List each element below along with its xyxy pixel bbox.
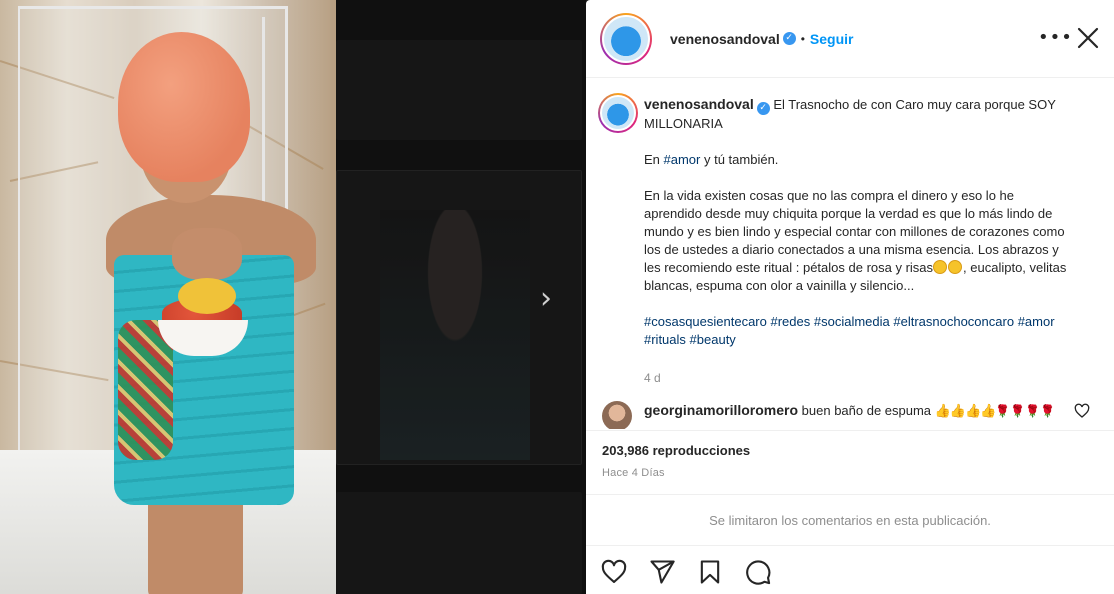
comment-like-heart-icon[interactable] bbox=[1074, 403, 1090, 419]
commenter-avatar[interactable] bbox=[602, 401, 632, 429]
hashtag-link[interactable]: #cosasquesientecaro bbox=[644, 314, 767, 329]
thumbs-up-icon: 👍👍👍👍 bbox=[934, 404, 997, 419]
caption: venenosandoval ✓ El Trasnocho de con Caro… bbox=[644, 95, 1074, 367]
comment-text: buen baño de espuma bbox=[801, 403, 932, 418]
hashtag-link[interactable]: #eltrasnochoconcaro bbox=[893, 314, 1014, 329]
save-icon[interactable] bbox=[696, 558, 724, 586]
post-age[interactable]: 4 d bbox=[644, 371, 661, 385]
post-panel: venenosandoval ✓ • Seguir ••• venenosand… bbox=[586, 0, 1114, 594]
background-post bbox=[336, 40, 582, 140]
separator: • bbox=[800, 31, 805, 46]
hashtag-link[interactable]: #beauty bbox=[690, 332, 736, 347]
hashtag-link[interactable]: #socialmedia bbox=[814, 314, 890, 329]
caption-avatar[interactable] bbox=[598, 93, 638, 133]
post-header: venenosandoval ✓ • Seguir ••• bbox=[586, 0, 1114, 78]
video-person bbox=[100, 20, 325, 594]
hashtag-link[interactable]: #amor bbox=[1018, 314, 1055, 329]
heart-icon[interactable] bbox=[600, 558, 628, 586]
rose-icon: 🌹🌹🌹🌹 bbox=[995, 404, 1056, 418]
hashtag-link[interactable]: #redes bbox=[770, 314, 810, 329]
comment-row: georginamorilloromero buen baño de espum… bbox=[600, 397, 1100, 429]
background-post-image bbox=[380, 210, 530, 460]
username[interactable]: venenosandoval bbox=[670, 31, 780, 47]
next-arrow-icon[interactable]: › bbox=[532, 282, 560, 316]
verified-icon: ✓ bbox=[756, 102, 770, 115]
hashtag-link[interactable]: #rituals bbox=[644, 332, 686, 347]
follow-button[interactable]: Seguir bbox=[810, 31, 854, 47]
smile-emoji-icon bbox=[933, 260, 948, 274]
comments-limited-notice: Se limitaron los comentarios en esta pub… bbox=[586, 494, 1114, 546]
hashtag-list: #cosasquesientecaro #redes #socialmedia … bbox=[644, 313, 1074, 349]
commenter-username[interactable]: georginamorilloromero bbox=[644, 402, 798, 418]
close-icon[interactable] bbox=[1076, 26, 1100, 50]
avatar[interactable] bbox=[600, 12, 652, 65]
verified-icon: ✓ bbox=[782, 32, 796, 45]
view-count[interactable]: 203,986 reproducciones bbox=[602, 443, 750, 458]
post-date: Hace 4 Días bbox=[602, 467, 665, 479]
post-stats: 203,986 reproducciones Hace 4 Días bbox=[586, 430, 1114, 494]
hashtag-link[interactable]: #amor bbox=[664, 152, 701, 167]
more-icon[interactable]: ••• bbox=[1038, 26, 1072, 50]
caption-text: y tú también. bbox=[700, 152, 779, 167]
post-video[interactable] bbox=[0, 0, 336, 594]
laugh-emoji-icon bbox=[948, 260, 963, 274]
action-bar bbox=[586, 548, 1114, 594]
comment-icon[interactable] bbox=[744, 558, 772, 586]
caption-username[interactable]: venenosandoval bbox=[644, 96, 754, 112]
caption-text: En bbox=[644, 152, 664, 167]
caption-area: venenosandoval ✓ El Trasnocho de con Caro… bbox=[586, 79, 1114, 429]
share-icon[interactable] bbox=[648, 558, 676, 586]
background-post bbox=[336, 492, 582, 594]
